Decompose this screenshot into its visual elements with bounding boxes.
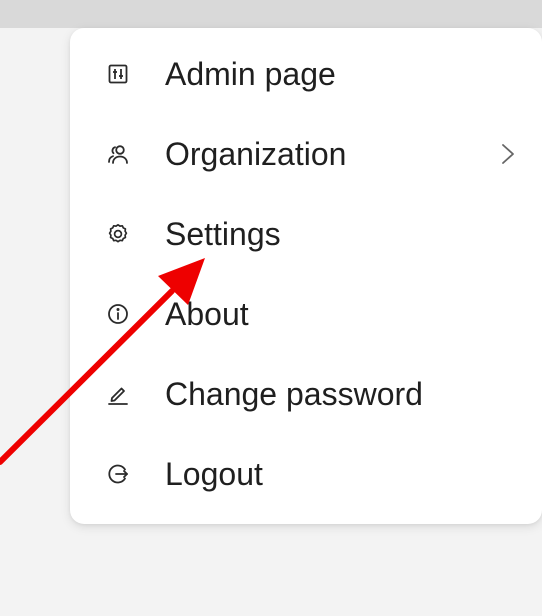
menu-item-label: About <box>165 296 249 332</box>
pencil-icon <box>106 382 130 406</box>
menu-item-logout[interactable]: Logout <box>70 434 542 514</box>
menu-item-label: Change password <box>165 376 423 412</box>
menu-item-about[interactable]: About <box>70 274 542 354</box>
logout-icon <box>106 462 130 486</box>
users-icon <box>106 142 130 166</box>
chevron-right-icon <box>502 144 514 164</box>
menu-item-admin-page[interactable]: Admin page <box>70 34 542 114</box>
top-bar <box>0 0 542 28</box>
menu-item-organization[interactable]: Organization <box>70 114 542 194</box>
admin-sliders-icon <box>106 62 130 86</box>
menu-item-settings[interactable]: Settings <box>70 194 542 274</box>
menu-item-label: Logout <box>165 456 263 492</box>
info-icon <box>106 302 130 326</box>
menu-item-change-password[interactable]: Change password <box>70 354 542 434</box>
menu-item-label: Admin page <box>165 56 336 92</box>
gear-icon <box>106 222 130 246</box>
menu-item-label: Settings <box>165 216 281 252</box>
user-dropdown-menu: Admin page Organization Settings About C… <box>70 28 542 524</box>
menu-item-label: Organization <box>165 136 347 172</box>
